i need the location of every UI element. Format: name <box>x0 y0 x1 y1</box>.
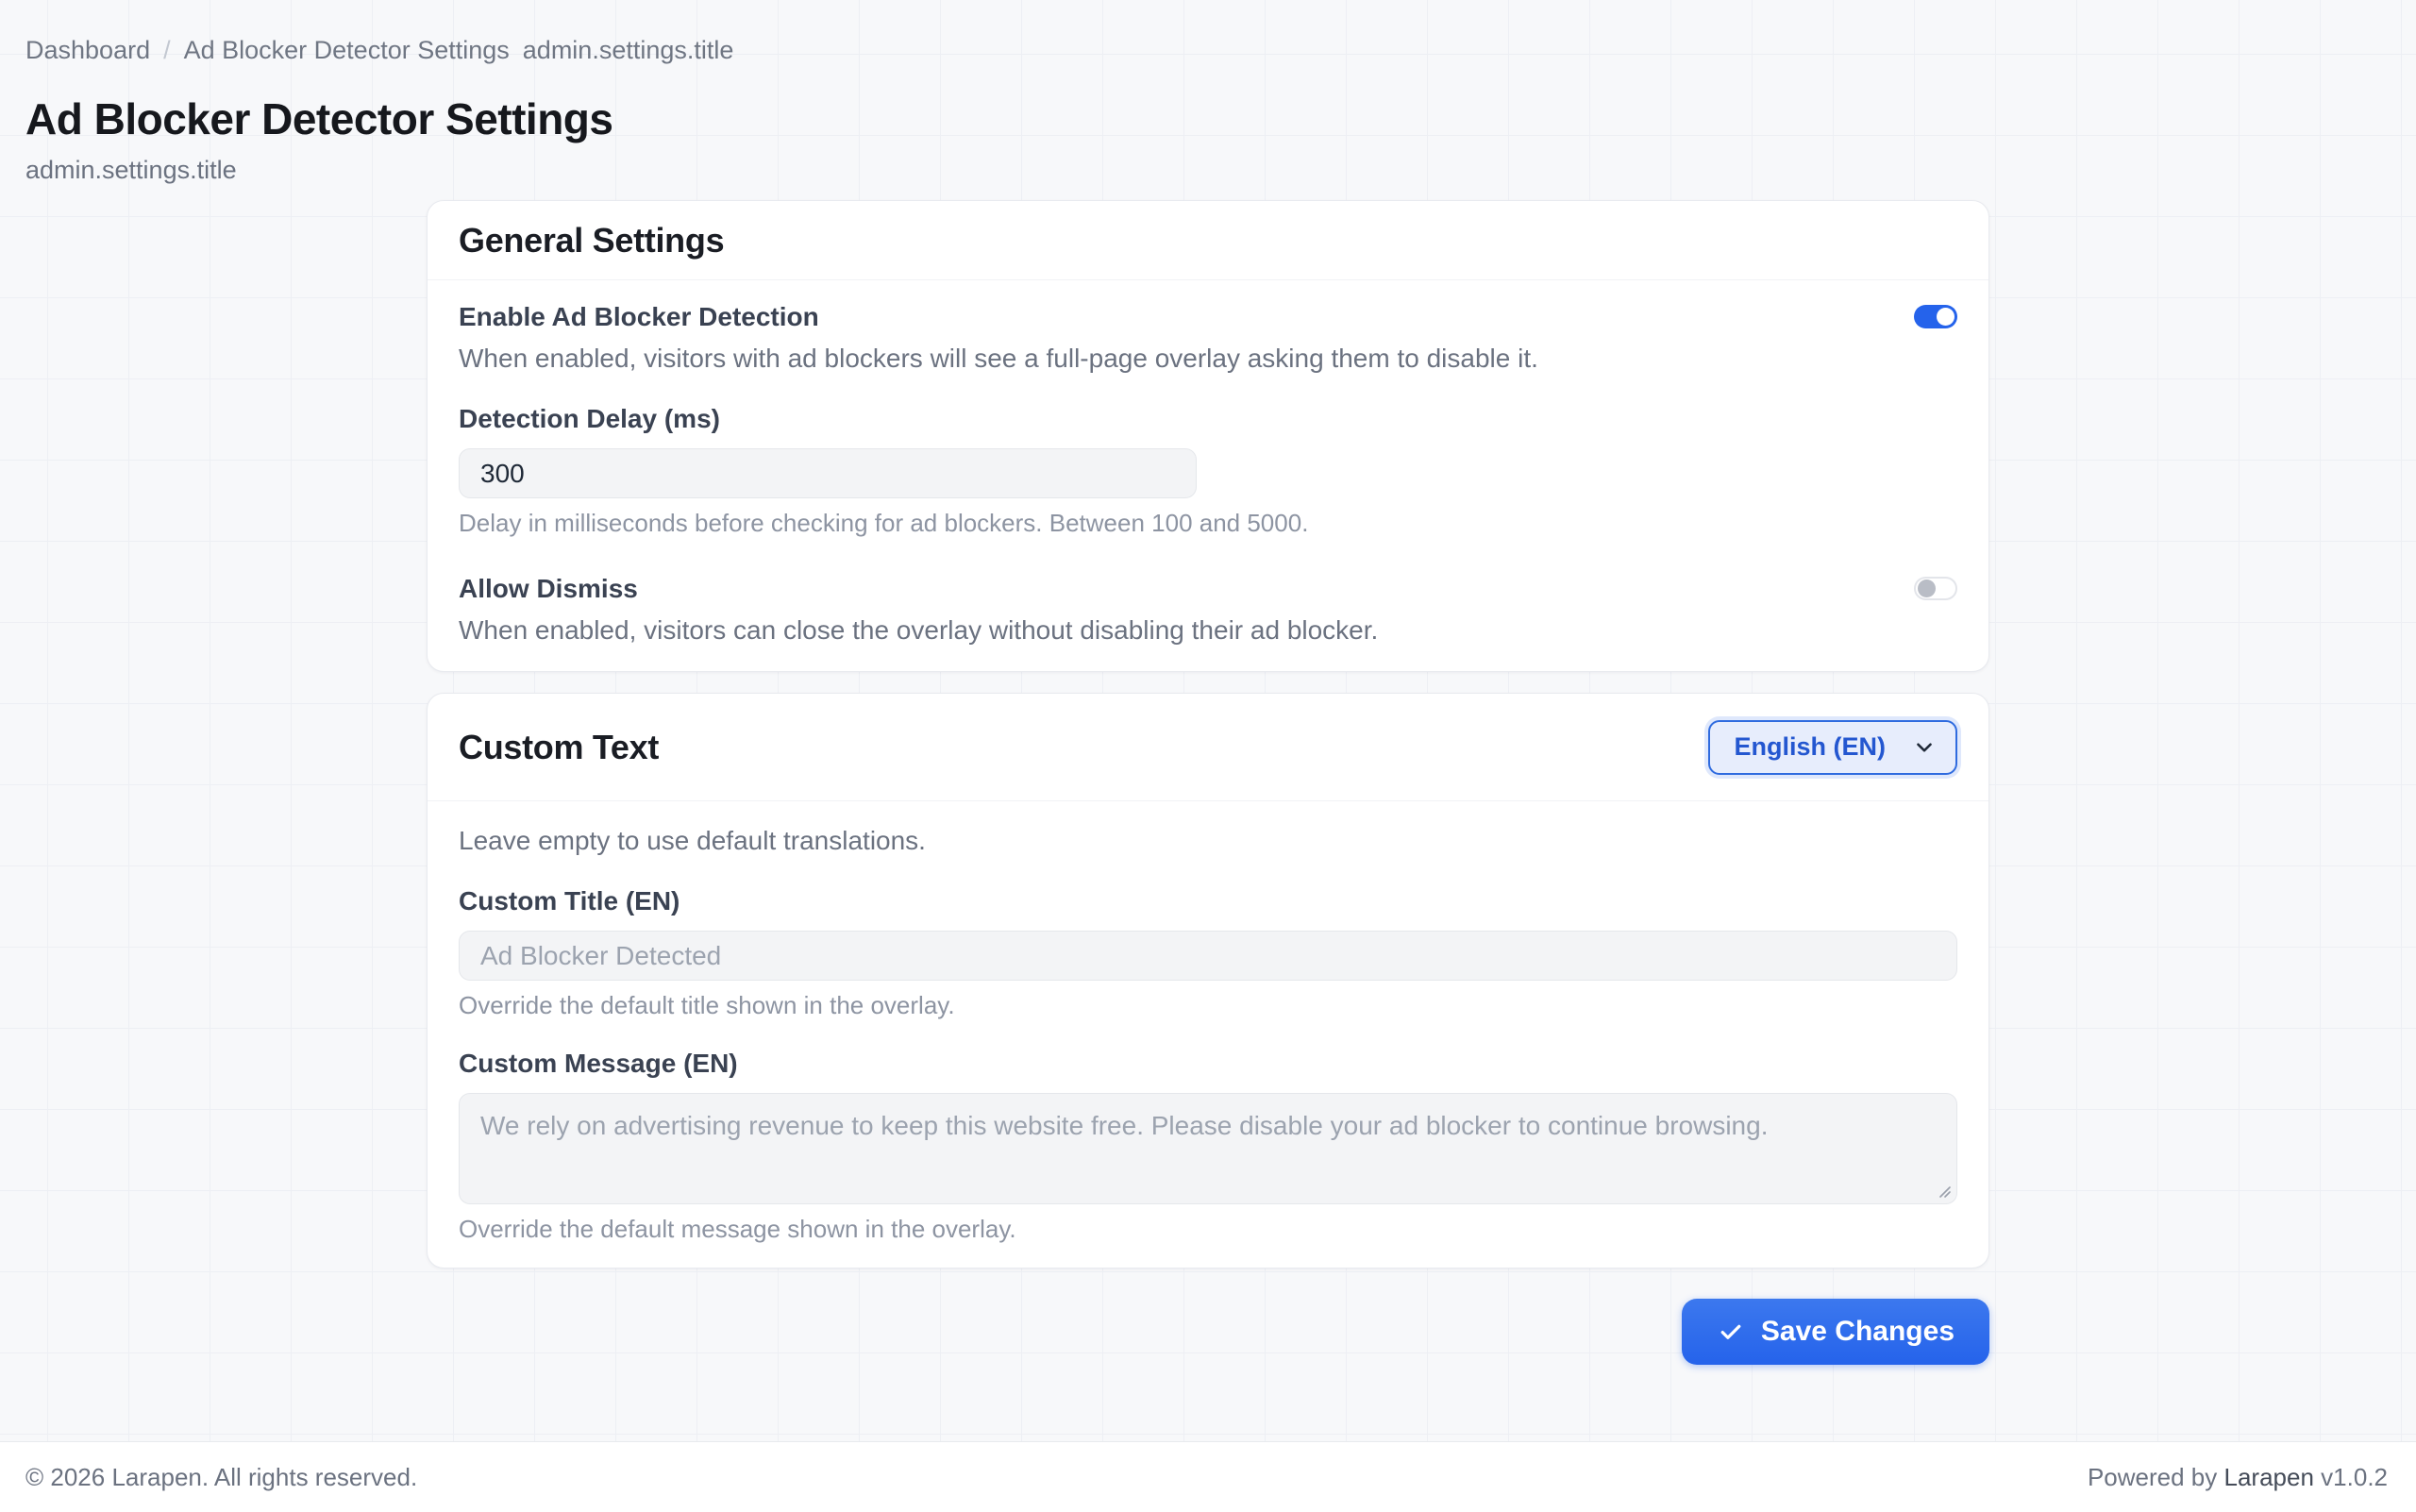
general-settings-body: Enable Ad Blocker Detection When enabled… <box>428 280 1988 671</box>
custom-title-input[interactable] <box>459 931 1957 981</box>
custom-message-textarea[interactable] <box>459 1093 1957 1204</box>
detection-delay-input[interactable] <box>459 448 1197 498</box>
custom-text-note: Leave empty to use default translations. <box>459 824 1957 857</box>
footer-copyright: © 2026 Larapen. All rights reserved. <box>25 1463 417 1492</box>
general-settings-header: General Settings <box>428 201 1988 280</box>
detection-delay-help: Delay in milliseconds before checking fo… <box>459 509 1957 537</box>
save-row: Save Changes <box>427 1299 1989 1365</box>
page-title: Ad Blocker Detector Settings <box>25 93 2416 144</box>
breadcrumb-extra: admin.settings.title <box>523 36 734 65</box>
allow-dismiss-label: Allow Dismiss <box>459 573 1378 605</box>
allow-dismiss-toggle[interactable] <box>1914 577 1957 600</box>
page-subtitle: admin.settings.title <box>25 156 2416 185</box>
footer-version: v1.0.2 <box>2321 1463 2388 1491</box>
custom-title-label: Custom Title (EN) <box>459 885 1957 917</box>
breadcrumb-separator: / <box>163 36 171 65</box>
chevron-down-icon <box>1912 735 1937 760</box>
allow-dismiss-description: When enabled, visitors can close the ove… <box>459 613 1378 647</box>
footer-brand-link[interactable]: Larapen <box>2224 1463 2314 1491</box>
custom-text-title: Custom Text <box>459 728 659 767</box>
enable-detection-label: Enable Ad Blocker Detection <box>459 301 1538 333</box>
toggle-knob <box>1918 580 1936 597</box>
toggle-knob <box>1937 308 1955 326</box>
custom-text-body: Leave empty to use default translations.… <box>428 801 1988 1268</box>
footer-powered-prefix: Powered by <box>2088 1463 2217 1491</box>
footer: © 2026 Larapen. All rights reserved. Pow… <box>0 1441 2416 1512</box>
custom-message-label: Custom Message (EN) <box>459 1048 1957 1080</box>
general-settings-card: General Settings Enable Ad Blocker Detec… <box>427 200 1989 672</box>
custom-text-header: Custom Text English (EN) <box>428 694 1988 801</box>
breadcrumb-dashboard[interactable]: Dashboard <box>25 36 150 65</box>
breadcrumb-current: Ad Blocker Detector Settings <box>184 36 510 65</box>
save-button[interactable]: Save Changes <box>1682 1299 1989 1365</box>
check-icon <box>1717 1318 1745 1346</box>
custom-message-field: Custom Message (EN) Override the default… <box>459 1048 1957 1243</box>
enable-detection-row: Enable Ad Blocker Detection When enabled… <box>459 301 1957 375</box>
custom-title-help: Override the default title shown in the … <box>459 991 1957 1019</box>
allow-dismiss-row: Allow Dismiss When enabled, visitors can… <box>459 573 1957 647</box>
language-select-button[interactable]: English (EN) <box>1708 720 1958 775</box>
footer-powered: Powered by Larapen v1.0.2 <box>2088 1463 2388 1492</box>
custom-message-help: Override the default message shown in th… <box>459 1215 1957 1243</box>
general-settings-title: General Settings <box>459 221 724 260</box>
enable-detection-description: When enabled, visitors with ad blockers … <box>459 342 1538 375</box>
enable-detection-toggle[interactable] <box>1914 305 1957 328</box>
settings-container: General Settings Enable Ad Blocker Detec… <box>427 200 1989 1365</box>
detection-delay-field: Detection Delay (ms) Delay in millisecon… <box>459 403 1957 537</box>
language-select-value: English (EN) <box>1735 732 1887 762</box>
detection-delay-label: Detection Delay (ms) <box>459 403 1957 435</box>
save-button-label: Save Changes <box>1761 1316 1955 1348</box>
custom-text-card: Custom Text English (EN) Leave empty to … <box>427 693 1989 1268</box>
breadcrumb: Dashboard / Ad Blocker Detector Settings… <box>0 0 2416 65</box>
custom-title-field: Custom Title (EN) Override the default t… <box>459 885 1957 1019</box>
